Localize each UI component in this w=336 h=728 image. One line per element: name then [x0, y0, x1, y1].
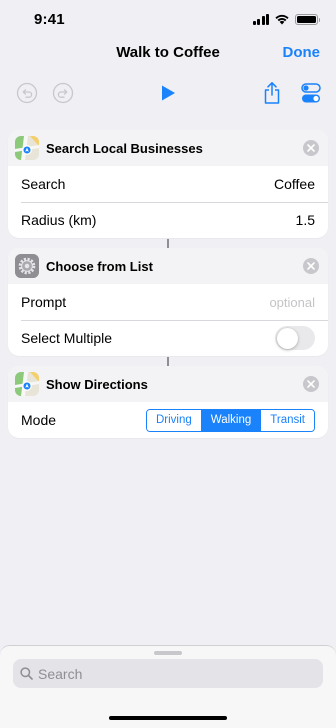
redo-button[interactable] — [48, 78, 78, 108]
action-title: Show Directions — [46, 376, 148, 392]
status-time: 9:41 — [34, 11, 65, 28]
mode-segmented-control: Driving Walking Transit — [145, 408, 315, 432]
play-icon — [162, 85, 175, 101]
select-multiple-toggle[interactable] — [275, 326, 315, 350]
run-button[interactable] — [153, 78, 183, 108]
search-param-row[interactable]: Search Coffee — [8, 166, 328, 202]
action-connector — [167, 357, 169, 366]
action-connector — [167, 239, 169, 248]
param-label: Radius (km) — [21, 212, 97, 228]
select-multiple-param-row: Select Multiple — [8, 320, 328, 356]
sheet-grabber[interactable] — [154, 651, 182, 655]
battery-icon — [295, 13, 320, 25]
mode-option-walking[interactable]: Walking — [201, 409, 262, 431]
share-icon — [264, 82, 280, 104]
wifi-icon — [275, 14, 289, 25]
redo-icon — [52, 82, 74, 104]
remove-action-button[interactable] — [303, 140, 319, 156]
action-card-show-directions: Show Directions Mode Driving Walking Tra… — [8, 366, 328, 438]
action-header[interactable]: Search Local Businesses — [8, 130, 328, 166]
search-icon — [20, 667, 33, 680]
action-search-field[interactable] — [13, 659, 323, 688]
search-input[interactable] — [38, 665, 298, 682]
radius-value[interactable]: 1.5 — [296, 212, 315, 228]
undo-button[interactable] — [12, 78, 42, 108]
search-query-value[interactable]: Coffee — [274, 176, 315, 192]
share-button[interactable] — [257, 78, 287, 108]
action-header[interactable]: Choose from List — [8, 248, 328, 284]
actions-bottom-sheet — [0, 645, 336, 728]
prompt-param-row[interactable]: Prompt optional — [8, 284, 328, 320]
action-card-choose-from-list: Choose from List Prompt optional Select … — [8, 248, 328, 356]
param-label: Select Multiple — [21, 330, 113, 346]
remove-action-button[interactable] — [303, 258, 319, 274]
maps-app-icon — [15, 372, 39, 396]
undo-icon — [16, 82, 38, 104]
editor-toolbar — [0, 78, 336, 108]
done-button[interactable]: Done — [283, 44, 321, 61]
home-indicator[interactable] — [109, 716, 227, 720]
prompt-field[interactable]: optional — [269, 295, 315, 310]
radius-param-row[interactable]: Radius (km) 1.5 — [8, 202, 328, 238]
cellular-signal-icon — [252, 13, 269, 25]
mode-option-transit[interactable]: Transit — [261, 409, 314, 431]
toggle-knob — [276, 327, 298, 349]
param-label: Search — [21, 176, 66, 192]
param-label: Prompt — [21, 294, 67, 310]
action-card-search-local-businesses: Search Local Businesses Search Coffee Ra… — [8, 130, 328, 238]
action-title: Choose from List — [46, 258, 153, 274]
action-title: Search Local Businesses — [46, 140, 203, 156]
remove-action-button[interactable] — [303, 376, 319, 392]
maps-app-icon — [15, 136, 39, 160]
settings-toggle-icon — [301, 83, 321, 103]
settings-button[interactable] — [296, 78, 326, 108]
mode-param-row: Mode Driving Walking Transit — [8, 402, 328, 438]
param-label: Mode — [21, 412, 57, 428]
settings-gear-icon — [15, 254, 39, 278]
close-icon — [307, 262, 315, 270]
mode-option-driving[interactable]: Driving — [146, 409, 202, 431]
status-bar: 9:41 — [0, 0, 336, 40]
close-icon — [307, 144, 315, 152]
close-icon — [307, 380, 315, 388]
status-icons — [252, 13, 320, 25]
action-header[interactable]: Show Directions — [8, 366, 328, 402]
